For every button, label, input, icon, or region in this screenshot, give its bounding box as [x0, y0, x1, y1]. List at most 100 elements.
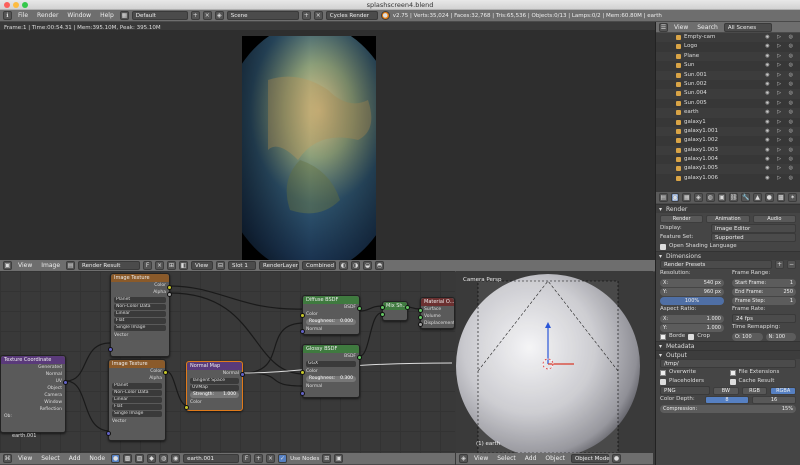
3d-view-type-icon[interactable]: ◈ [459, 454, 468, 463]
node-title[interactable]: Glossy BSDF [303, 345, 359, 353]
object-tab-icon[interactable]: ▣ [717, 193, 727, 202]
menu-window[interactable]: Window [64, 12, 94, 19]
color-depth-16-button[interactable]: 16 [752, 395, 796, 404]
color-rgb-button[interactable]: RGB [741, 386, 768, 395]
node-editor[interactable]: Image Texture Color Alpha Planet Non-Col… [0, 271, 455, 453]
add-layout-button[interactable]: + [190, 11, 200, 20]
object-nodes-icon[interactable]: ◆ [147, 454, 157, 463]
render-tab-icon[interactable]: ◙ [670, 193, 680, 202]
socket-normal-in[interactable] [300, 329, 305, 334]
strength-slider[interactable]: Strength: 1.000 [190, 392, 239, 398]
outliner-item[interactable]: galaxy1.006 ◉ ▷ ◎ [656, 174, 800, 183]
node-mix-shader[interactable]: Mix Sh... [380, 301, 410, 321]
screen-layout-select[interactable]: Default [131, 11, 188, 20]
outliner-item[interactable]: Plane ◉ ▷ ◎ [656, 51, 800, 62]
file-extensions-checkbox[interactable] [729, 369, 736, 376]
visibility-toggle-icons[interactable]: ◉ ▷ ◎ [765, 80, 796, 89]
material-tab-icon[interactable]: ● [764, 193, 774, 202]
node-title[interactable]: Diffuse BSDF [303, 296, 359, 304]
render-engine-select[interactable]: Cycles Render [325, 11, 378, 20]
visibility-toggle-icons[interactable]: ◉ ▷ ◎ [765, 61, 796, 70]
visibility-toggle-icons[interactable]: ◉ ▷ ◎ [765, 33, 796, 42]
node-menu-node[interactable]: Node [86, 455, 108, 462]
socket-normal-out[interactable] [240, 372, 245, 377]
dimensions-panel-header[interactable]: Dimensions [656, 251, 800, 261]
audio-button[interactable]: Audio [752, 214, 796, 223]
outliner-item[interactable]: Sun.004 ◉ ▷ ◎ [656, 89, 800, 99]
remove-layout-button[interactable]: × [202, 11, 212, 20]
socket-color-in[interactable] [300, 370, 305, 375]
image-datablock-select[interactable]: Planet [112, 383, 162, 389]
outliner[interactable]: ☰ View Search All Scenes Empty-cam ◉ ▷ ◎ L… [655, 22, 800, 192]
visibility-toggle-icons[interactable]: ◉ ▷ ◎ [765, 52, 796, 61]
aspect-y-field[interactable]: Y: 1.000 [660, 323, 724, 332]
crop-checkbox[interactable] [688, 333, 695, 340]
snap-icon[interactable]: ⊞ [322, 454, 332, 463]
socket-bsdf-out[interactable] [357, 306, 362, 311]
outliner-menu-search[interactable]: Search [694, 24, 721, 31]
node-normal-map[interactable]: Normal Map Normal Tangent Space UVMap St… [184, 361, 245, 411]
backdrop-icon[interactable]: ▣ [334, 454, 344, 463]
add-preset-button[interactable]: + [775, 260, 784, 269]
outliner-item[interactable]: Empty-cam ◉ ▷ ◎ [656, 33, 800, 43]
menu-file[interactable]: File [15, 12, 31, 19]
outliner-item[interactable]: Sun ◉ ▷ ◎ [656, 61, 800, 70]
frame-rate-select[interactable]: 24 fps [732, 314, 796, 323]
output-path-field[interactable]: /tmp/ [660, 359, 796, 368]
frame-step-field[interactable]: Frame Step: 1 [732, 296, 796, 305]
scene-icon[interactable]: ◈ [214, 11, 224, 20]
file-format-select[interactable]: PNG [660, 386, 710, 395]
view-mode-icon[interactable]: ◧ [179, 261, 189, 270]
visibility-toggle-icons[interactable]: ◉ ▷ ◎ [765, 136, 796, 145]
interaction-mode-select[interactable]: Object Mode [570, 454, 610, 463]
uv-map-select[interactable]: UVMap [190, 385, 239, 391]
node-menu-select[interactable]: Select [38, 455, 63, 462]
socket-color-in[interactable] [184, 405, 189, 410]
remove-preset-button[interactable]: − [787, 260, 796, 269]
visibility-toggle-icons[interactable]: ◉ ▷ ◎ [765, 89, 796, 98]
socket-normal-in[interactable] [300, 391, 305, 396]
color-space-select[interactable]: Non-Color Data [112, 390, 162, 396]
texture-nodes-icon[interactable]: ▩ [123, 454, 133, 463]
socket-volume-in[interactable] [418, 315, 423, 320]
node-title[interactable]: Image Texture [111, 274, 169, 282]
add-scene-button[interactable]: + [301, 11, 311, 20]
node-diffuse-bsdf[interactable]: Diffuse BSDF BSDF Color Roughness: 0.000… [300, 295, 362, 335]
compression-slider[interactable]: Compression: 15% [660, 404, 796, 413]
material-add-button[interactable]: + [254, 454, 264, 463]
animation-button[interactable]: Animation [706, 214, 750, 223]
node-menu-add[interactable]: Add [66, 455, 84, 462]
view3d-menu-add[interactable]: Add [522, 455, 540, 462]
visibility-toggle-icons[interactable]: ◉ ▷ ◎ [765, 42, 796, 51]
image-select[interactable]: Render Result [78, 261, 141, 270]
socket-shader-out[interactable] [405, 305, 410, 310]
node-material-output[interactable]: Material O... Surface Volume Displacemen… [418, 297, 455, 329]
node-title[interactable]: Normal Map [187, 362, 242, 370]
pin-image-icon[interactable]: ⊟ [216, 261, 226, 270]
material-unlink-button[interactable]: × [266, 454, 276, 463]
socket-bsdf-out[interactable] [357, 355, 362, 360]
image-unlink-button[interactable]: × [155, 261, 165, 270]
socket-vector-in[interactable] [106, 431, 111, 436]
render-layer-select[interactable]: RenderLayer [259, 261, 300, 270]
end-frame-field[interactable]: End Frame: 250 [732, 287, 796, 296]
color-depth-8-button[interactable]: 8 [705, 395, 749, 404]
socket-color-out[interactable] [163, 370, 168, 375]
socket-displacement-in[interactable] [418, 322, 423, 327]
outliner-item[interactable]: galaxy1.004 ◉ ▷ ◎ [656, 155, 800, 164]
start-frame-field[interactable]: Start Frame: 1 [732, 278, 796, 287]
extension-select[interactable]: Single Image [114, 325, 166, 331]
display-channels-icon[interactable]: ◒ [363, 261, 373, 270]
visibility-toggle-icons[interactable]: ◉ ▷ ◎ [765, 127, 796, 136]
socket-alpha-out[interactable] [167, 292, 172, 297]
distribution-select[interactable]: GGX [306, 361, 356, 367]
view3d-menu-select[interactable]: Select [494, 455, 519, 462]
visibility-toggle-icons[interactable]: ◉ ▷ ◎ [765, 108, 796, 117]
roughness-slider[interactable]: Roughness: 0.300 [306, 376, 356, 382]
node-title[interactable]: Image Texture [109, 360, 165, 368]
normal-space-select[interactable]: Tangent Space [190, 378, 239, 384]
socket-shader-in-1[interactable] [380, 305, 385, 310]
shader-nodes-icon[interactable]: ● [111, 454, 121, 463]
material-select[interactable]: earth.001 [183, 454, 240, 463]
roughness-slider[interactable]: Roughness: 0.000 [306, 319, 356, 325]
